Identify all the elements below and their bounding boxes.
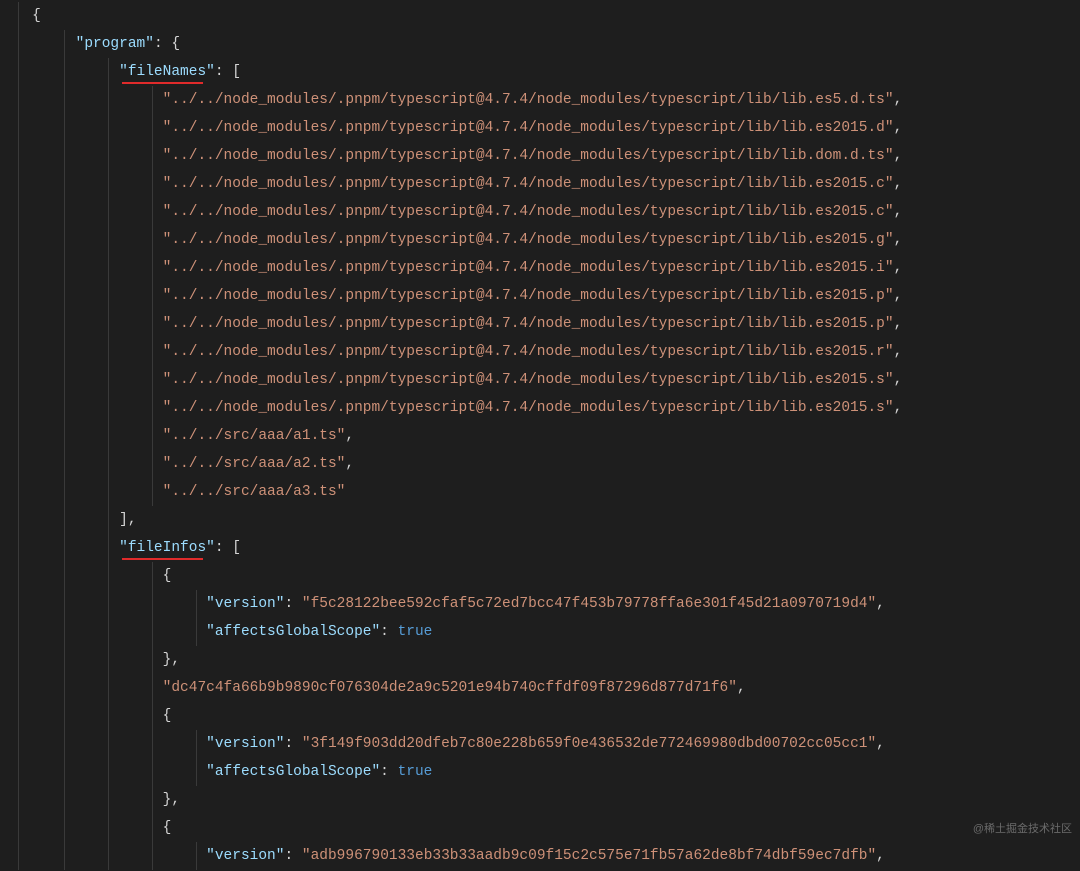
punct: : <box>284 848 301 864</box>
code-line[interactable]: "../../node_modules/.pnpm/typescript@4.7… <box>6 170 1080 198</box>
punct: , <box>894 176 903 192</box>
json-key: "program" <box>76 36 154 52</box>
json-key: "affectsGlobalScope" <box>206 764 380 780</box>
punct: : [ <box>215 64 241 80</box>
code-line[interactable]: }, <box>6 786 1080 814</box>
code-line[interactable]: { <box>6 814 1080 842</box>
code-line[interactable]: { <box>6 702 1080 730</box>
punct: , <box>876 848 885 864</box>
code-line[interactable]: "../../node_modules/.pnpm/typescript@4.7… <box>6 142 1080 170</box>
punct: , <box>894 92 903 108</box>
json-string: "../../src/aaa/a1.ts" <box>163 428 346 444</box>
code-line[interactable]: ], <box>6 506 1080 534</box>
code-line[interactable]: "fileNames": [ <box>6 58 1080 86</box>
punct: , <box>894 288 903 304</box>
json-string: "dc47c4fa66b9b9890cf076304de2a9c5201e94b… <box>163 680 737 696</box>
punct: { <box>163 568 172 584</box>
json-string: "../../node_modules/.pnpm/typescript@4.7… <box>163 232 894 248</box>
code-line[interactable]: "../../src/aaa/a1.ts", <box>6 422 1080 450</box>
code-line[interactable]: "../../node_modules/.pnpm/typescript@4.7… <box>6 226 1080 254</box>
punct: : [ <box>215 540 241 556</box>
json-string: "../../node_modules/.pnpm/typescript@4.7… <box>163 344 894 360</box>
code-line[interactable]: "../../node_modules/.pnpm/typescript@4.7… <box>6 282 1080 310</box>
code-line[interactable]: "../../node_modules/.pnpm/typescript@4.7… <box>6 86 1080 114</box>
punct: , <box>345 456 354 472</box>
json-key: "affectsGlobalScope" <box>206 624 380 640</box>
code-line[interactable]: "../../node_modules/.pnpm/typescript@4.7… <box>6 338 1080 366</box>
json-string: "../../node_modules/.pnpm/typescript@4.7… <box>163 288 894 304</box>
punct: : <box>284 596 301 612</box>
json-string: "adb996790133eb33b33aadb9c09f15c2c575e71… <box>302 848 876 864</box>
punct: }, <box>163 652 180 668</box>
code-line[interactable]: "../../node_modules/.pnpm/typescript@4.7… <box>6 394 1080 422</box>
json-string: "f5c28122bee592cfaf5c72ed7bcc47f453b7977… <box>302 596 876 612</box>
json-string: "../../node_modules/.pnpm/typescript@4.7… <box>163 316 894 332</box>
json-key: "fileNames" <box>119 64 215 80</box>
json-string: "../../node_modules/.pnpm/typescript@4.7… <box>163 400 894 416</box>
json-key: "version" <box>206 736 284 752</box>
code-line[interactable]: "../../node_modules/.pnpm/typescript@4.7… <box>6 198 1080 226</box>
punct: , <box>894 148 903 164</box>
punct: , <box>894 400 903 416</box>
punct: , <box>894 344 903 360</box>
punct: , <box>894 120 903 136</box>
punct: , <box>345 428 354 444</box>
json-string: "../../node_modules/.pnpm/typescript@4.7… <box>163 176 894 192</box>
code-line[interactable]: "../../node_modules/.pnpm/typescript@4.7… <box>6 366 1080 394</box>
code-line[interactable]: { <box>6 2 1080 30</box>
punct: : { <box>154 36 180 52</box>
watermark: @稀土掘金技术社区 <box>973 815 1072 843</box>
json-string: "../../node_modules/.pnpm/typescript@4.7… <box>163 260 894 276</box>
punct: , <box>876 736 885 752</box>
code-line[interactable]: }, <box>6 646 1080 674</box>
punct: { <box>32 8 41 24</box>
punct: , <box>737 680 746 696</box>
code-line[interactable]: "affectsGlobalScope": true <box>6 758 1080 786</box>
punct: , <box>894 372 903 388</box>
punct: }, <box>163 792 180 808</box>
json-key: "version" <box>206 596 284 612</box>
json-string: "../../node_modules/.pnpm/typescript@4.7… <box>163 148 894 164</box>
json-string: "../../node_modules/.pnpm/typescript@4.7… <box>163 120 894 136</box>
json-string: "../../node_modules/.pnpm/typescript@4.7… <box>163 92 894 108</box>
json-key: "version" <box>206 848 284 864</box>
punct: { <box>163 708 172 724</box>
punct: , <box>894 260 903 276</box>
code-line[interactable]: "../../src/aaa/a2.ts", <box>6 450 1080 478</box>
json-string: "../../node_modules/.pnpm/typescript@4.7… <box>163 204 894 220</box>
punct: : <box>284 736 301 752</box>
punct: ], <box>119 512 136 528</box>
punct: , <box>894 232 903 248</box>
punct: { <box>163 820 172 836</box>
json-bool: true <box>398 624 433 640</box>
punct: , <box>894 316 903 332</box>
annotation-underline <box>122 558 203 560</box>
code-line[interactable]: "affectsGlobalScope": true <box>6 618 1080 646</box>
code-line[interactable]: "version": "f5c28122bee592cfaf5c72ed7bcc… <box>6 590 1080 618</box>
code-line[interactable]: { <box>6 562 1080 590</box>
code-line[interactable]: "fileInfos": [ <box>6 534 1080 562</box>
json-string: "3f149f903dd20dfeb7c80e228b659f0e436532d… <box>302 736 876 752</box>
json-string: "../../src/aaa/a3.ts" <box>163 484 346 500</box>
json-string: "../../src/aaa/a2.ts" <box>163 456 346 472</box>
json-string: "../../node_modules/.pnpm/typescript@4.7… <box>163 372 894 388</box>
json-key: "fileInfos" <box>119 540 215 556</box>
code-line[interactable]: "../../node_modules/.pnpm/typescript@4.7… <box>6 310 1080 338</box>
code-line[interactable]: "../../src/aaa/a3.ts" <box>6 478 1080 506</box>
punct: , <box>876 596 885 612</box>
code-line[interactable]: "../../node_modules/.pnpm/typescript@4.7… <box>6 114 1080 142</box>
annotation-underline <box>122 82 203 84</box>
punct: : <box>380 764 397 780</box>
punct: , <box>894 204 903 220</box>
code-line[interactable]: "dc47c4fa66b9b9890cf076304de2a9c5201e94b… <box>6 674 1080 702</box>
code-editor[interactable]: { "program": { "fileNames": [ "../../nod… <box>0 0 1080 870</box>
json-bool: true <box>398 764 433 780</box>
punct: : <box>380 624 397 640</box>
code-line[interactable]: "version": "3f149f903dd20dfeb7c80e228b65… <box>6 730 1080 758</box>
code-line[interactable]: "version": "adb996790133eb33b33aadb9c09f… <box>6 842 1080 870</box>
code-line[interactable]: "program": { <box>6 30 1080 58</box>
code-line[interactable]: "../../node_modules/.pnpm/typescript@4.7… <box>6 254 1080 282</box>
